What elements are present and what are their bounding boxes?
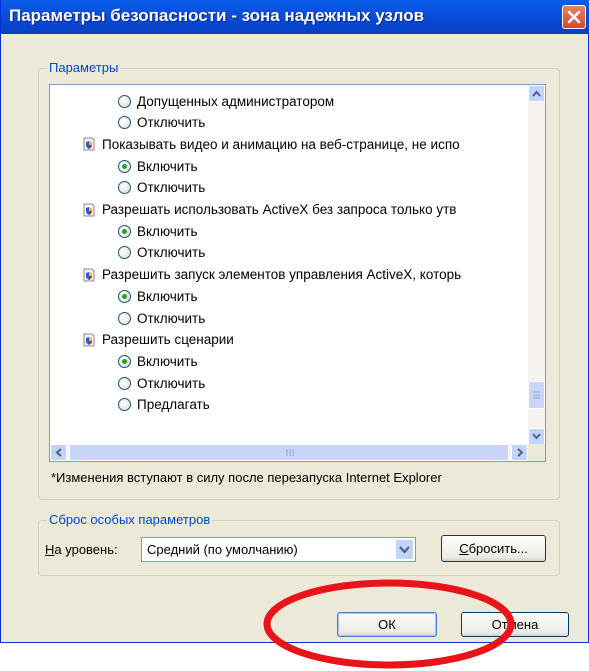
- cancel-button[interactable]: Отмена: [461, 612, 569, 637]
- radio-button[interactable]: [118, 398, 131, 412]
- level-select-dropdown-button[interactable]: [395, 539, 414, 560]
- vertical-scrollbar[interactable]: [528, 85, 545, 445]
- radio-button[interactable]: [118, 116, 131, 130]
- radio-label: Включить: [137, 288, 198, 304]
- ok-button[interactable]: ОК: [337, 612, 437, 637]
- radio-label: Включить: [137, 353, 198, 369]
- setting-label: Разрешить сценарии: [102, 332, 234, 348]
- horizontal-scrollbar[interactable]: [50, 444, 528, 461]
- radio-option[interactable]: Включить: [118, 351, 198, 371]
- radio-button[interactable]: [118, 376, 131, 390]
- level-label-text: а уровень:: [54, 542, 118, 557]
- grip-icon: [533, 391, 540, 399]
- radio-option[interactable]: Включить: [118, 156, 198, 176]
- chevron-right-icon: [517, 448, 524, 457]
- security-settings-dialog: Параметры безопасности - зона надежных у…: [0, 0, 589, 643]
- radio-option[interactable]: Допущенных администратором: [118, 91, 334, 111]
- horizontal-scroll-thumb[interactable]: [69, 444, 509, 461]
- radio-label: Включить: [137, 223, 198, 239]
- radio-option[interactable]: Отключить: [118, 113, 205, 133]
- scroll-left-button[interactable]: [50, 444, 67, 461]
- radio-label: Отключить: [137, 180, 206, 196]
- level-select[interactable]: Средний (по умолчанию): [141, 537, 416, 562]
- ok-button-label: ОК: [378, 617, 396, 632]
- setting-item: Показывать видео и анимацию на веб-стран…: [82, 134, 460, 154]
- shield-icon: [83, 137, 95, 151]
- radio-button-checked[interactable]: [118, 354, 131, 368]
- radio-option[interactable]: Отключить: [118, 178, 205, 198]
- radio-option[interactable]: Включить: [118, 286, 198, 306]
- radio-label: Отключить: [137, 245, 206, 261]
- radio-label: Отключить: [137, 375, 206, 391]
- radio-button[interactable]: [118, 94, 131, 108]
- close-icon: [567, 10, 581, 24]
- radio-label: Включить: [137, 158, 198, 174]
- setting-item: Разрешить запуск элементов управления Ac…: [82, 265, 461, 285]
- level-label-hotkey: Н: [45, 542, 55, 557]
- radio-button-checked[interactable]: [118, 289, 131, 303]
- settings-list[interactable]: Допущенных администратором Отключить Показ…: [49, 84, 546, 462]
- shield-icon: [83, 333, 95, 347]
- scroll-down-button[interactable]: [528, 428, 545, 445]
- radio-option[interactable]: Отключить: [118, 243, 205, 263]
- reset-button-hotkey: С: [459, 541, 469, 556]
- chevron-left-icon: [55, 448, 62, 457]
- radio-label: Допущенных администратором: [137, 93, 335, 109]
- chevron-down-icon: [399, 546, 410, 554]
- radio-button[interactable]: [118, 181, 131, 195]
- cancel-button-label: Отмена: [491, 617, 539, 632]
- shield-icon: [83, 268, 95, 282]
- setting-label: Разрешить запуск элементов управления Ac…: [102, 267, 462, 283]
- chevron-down-icon: [532, 433, 541, 440]
- radio-label: Отключить: [137, 115, 206, 131]
- radio-option[interactable]: Предлагать: [118, 395, 210, 415]
- radio-option[interactable]: Отключить: [118, 373, 205, 393]
- level-select-value: Средний (по умолчанию): [147, 542, 298, 557]
- radio-button-checked[interactable]: [118, 224, 131, 238]
- radio-button[interactable]: [118, 246, 131, 260]
- title-bar[interactable]: Параметры безопасности - зона надежных у…: [1, 0, 589, 34]
- chevron-up-icon: [532, 90, 541, 97]
- scroll-up-button[interactable]: [528, 85, 545, 102]
- reset-button-label: бросить...: [468, 541, 528, 556]
- setting-item: Разрешать использовать ActiveX без запро…: [82, 200, 456, 220]
- scroll-right-button[interactable]: [511, 444, 528, 461]
- radio-label: Отключить: [137, 310, 206, 326]
- restart-note: *Изменения вступают в силу после перезап…: [51, 470, 442, 485]
- reset-button[interactable]: Сбросить...: [441, 535, 546, 562]
- settings-group-label: Параметры: [47, 60, 121, 75]
- setting-label: Разрешать использовать ActiveX без запро…: [102, 202, 457, 217]
- grip-icon: [286, 449, 294, 456]
- radio-option[interactable]: Включить: [118, 221, 198, 241]
- level-label: На уровень:: [45, 542, 118, 557]
- scroll-thumb[interactable]: [528, 381, 545, 409]
- window-title: Параметры безопасности - зона надежных у…: [9, 6, 425, 25]
- close-button[interactable]: [562, 5, 586, 29]
- radio-label: Предлагать: [137, 397, 210, 413]
- reset-group-label: Сброс особых параметров: [47, 512, 213, 527]
- radio-option[interactable]: Отключить: [118, 308, 205, 328]
- shield-icon: [83, 203, 95, 216]
- setting-item: Разрешить сценарии: [82, 330, 234, 350]
- radio-button-checked[interactable]: [118, 159, 131, 173]
- scrollbar-corner: [528, 444, 545, 461]
- setting-label: Показывать видео и анимацию на веб-стран…: [102, 136, 460, 152]
- radio-button[interactable]: [118, 311, 131, 325]
